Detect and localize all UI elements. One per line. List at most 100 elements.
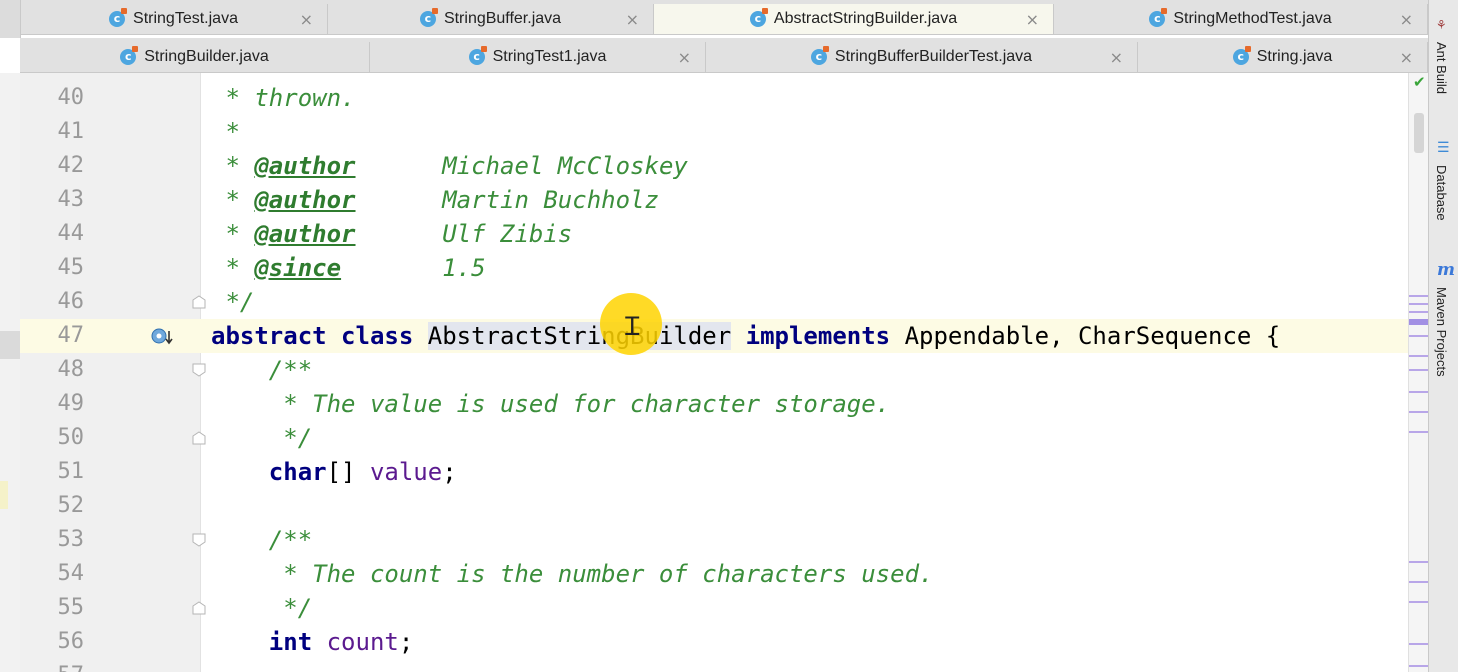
code-line-43: 43 * @author Martin Buchholz	[20, 183, 1408, 217]
error-stripe-mark[interactable]	[1409, 431, 1429, 433]
fold-end-icon[interactable]	[192, 601, 206, 615]
line-number: 57	[20, 659, 85, 672]
java-class-icon: c	[109, 8, 128, 28]
tab-label: String.java	[1256, 48, 1333, 65]
code-line-57: 57	[20, 659, 1408, 672]
code-text: * thrown.	[211, 84, 356, 112]
tool-window-maven-projects[interactable]: Maven Projects	[1434, 287, 1449, 377]
line-number: 52	[57, 493, 85, 518]
code-text: */	[211, 288, 255, 316]
error-stripe-mark[interactable]	[1409, 335, 1429, 337]
line-number: 42	[57, 153, 85, 178]
code-line-49: 49 * The value is used for character sto…	[20, 387, 1408, 421]
line-number: 43	[57, 187, 85, 212]
project-panel-edge	[0, 73, 20, 672]
error-stripe-mark[interactable]	[1409, 665, 1429, 667]
line-number: 41	[57, 119, 85, 144]
javadoc-tag: @author	[254, 186, 356, 214]
tab-label: StringBuilder.java	[144, 48, 269, 65]
tab-label: StringBufferBuilderTest.java	[834, 48, 1033, 65]
java-class-icon: c	[1149, 8, 1168, 28]
fold-start-icon[interactable]	[192, 363, 206, 377]
line-number: 49	[57, 391, 85, 416]
close-icon[interactable]: ×	[1400, 48, 1413, 67]
code-editor[interactable]: 40 * thrown. 41 * 42 * @author Michael M…	[20, 73, 1408, 672]
line-number: 54	[57, 561, 85, 586]
code-text: *	[211, 118, 240, 146]
code-line-42: 42 * @author Michael McCloskey	[20, 149, 1408, 183]
tool-window-database[interactable]: Database	[1434, 165, 1449, 221]
code-line-52: 52	[20, 489, 1408, 523]
fold-start-icon[interactable]	[192, 533, 206, 547]
fold-end-icon[interactable]	[192, 295, 206, 309]
right-tool-strip: ⚘ Ant Build ☰ Database m Maven Projects	[1428, 0, 1458, 672]
java-class-icon: c	[468, 46, 487, 66]
error-stripe-mark[interactable]	[1409, 295, 1429, 297]
editor-scrollbar[interactable]: ✔	[1408, 73, 1429, 672]
error-stripe-mark[interactable]	[1409, 303, 1429, 305]
error-stripe-mark[interactable]	[1409, 355, 1429, 357]
selection-marker	[0, 331, 20, 359]
javadoc-tag: @since	[254, 254, 342, 282]
code-line-48: 48 /**	[20, 353, 1408, 387]
line-number: 53	[57, 527, 85, 552]
tab-stringtest[interactable]: c StringTest.java ×	[20, 4, 328, 34]
database-icon: ☰	[1437, 140, 1450, 156]
close-icon[interactable]: ×	[1400, 10, 1413, 29]
editor-tabs-row-1: c StringTest.java × c StringBuffer.java …	[0, 0, 1428, 38]
scrollbar-thumb[interactable]	[1414, 113, 1424, 153]
javadoc-tag: @author	[254, 220, 356, 248]
error-stripe-mark[interactable]	[1409, 411, 1429, 413]
tab-label: StringMethodTest.java	[1173, 10, 1332, 27]
tab-stringbuilder[interactable]: c StringBuilder.java	[20, 42, 370, 72]
code-text: * @author Martin Buchholz	[211, 186, 659, 214]
code-line-41: 41 *	[20, 115, 1408, 149]
fold-end-icon[interactable]	[192, 431, 206, 445]
close-icon[interactable]: ×	[678, 48, 691, 67]
error-stripe-mark[interactable]	[1409, 391, 1429, 393]
code-text: * @author Michael McCloskey	[211, 152, 688, 180]
close-icon[interactable]: ×	[1026, 10, 1039, 29]
error-stripe-mark[interactable]	[1409, 311, 1429, 313]
code-text: int count;	[268, 628, 414, 656]
error-stripe-mark[interactable]	[1409, 601, 1429, 603]
java-class-icon: c	[120, 46, 139, 66]
code-line-56: 56 int count;	[20, 625, 1408, 659]
line-number: 56	[57, 629, 85, 654]
code-line-55: 55 */	[20, 591, 1408, 625]
close-icon[interactable]: ×	[1110, 48, 1123, 67]
code-line-46: 46 */	[20, 285, 1408, 319]
error-stripe-mark[interactable]	[1409, 319, 1429, 325]
error-stripe-mark[interactable]	[1409, 643, 1429, 645]
error-stripe-mark[interactable]	[1409, 581, 1429, 583]
code-text: /**	[211, 356, 313, 384]
ant-icon: ⚘	[1437, 17, 1446, 33]
code-line-54: 54 * The count is the number of characte…	[20, 557, 1408, 591]
code-line-50: 50 */	[20, 421, 1408, 455]
implements-gutter-icon[interactable]	[151, 327, 175, 347]
code-line-44: 44 * @author Ulf Zibis	[20, 217, 1408, 251]
tool-window-ant-build[interactable]: Ant Build	[1434, 42, 1449, 94]
text-cursor-icon: Ɪ	[625, 312, 640, 342]
line-number: 45	[57, 255, 85, 280]
tab-label: StringBuffer.java	[443, 10, 562, 27]
tab-stringbuffer[interactable]: c StringBuffer.java ×	[328, 4, 654, 34]
line-number: 46	[57, 289, 85, 314]
error-stripe-mark[interactable]	[1409, 369, 1429, 371]
tab-stringtest1[interactable]: c StringTest1.java ×	[370, 42, 706, 72]
code-text: char[] value;	[268, 458, 457, 486]
line-number: 47	[57, 323, 85, 348]
error-stripe-mark[interactable]	[1409, 561, 1429, 563]
maven-icon: m	[1437, 260, 1455, 280]
close-icon[interactable]: ×	[626, 10, 639, 29]
line-number: 44	[57, 221, 85, 246]
close-icon[interactable]: ×	[300, 10, 313, 29]
code-text: /**	[211, 526, 313, 554]
tab-string[interactable]: c String.java ×	[1138, 42, 1428, 72]
tab-row-lead	[0, 0, 21, 38]
tab-abstractstringbuilder[interactable]: c AbstractStringBuilder.java ×	[654, 4, 1054, 34]
java-class-icon: c	[1232, 46, 1251, 66]
code-text: abstract class AbstractStringBuilder imp…	[211, 322, 1281, 350]
tab-stringmethodtest[interactable]: c StringMethodTest.java ×	[1054, 4, 1428, 34]
tab-stringbufferbuildertest[interactable]: c StringBufferBuilderTest.java ×	[706, 42, 1138, 72]
